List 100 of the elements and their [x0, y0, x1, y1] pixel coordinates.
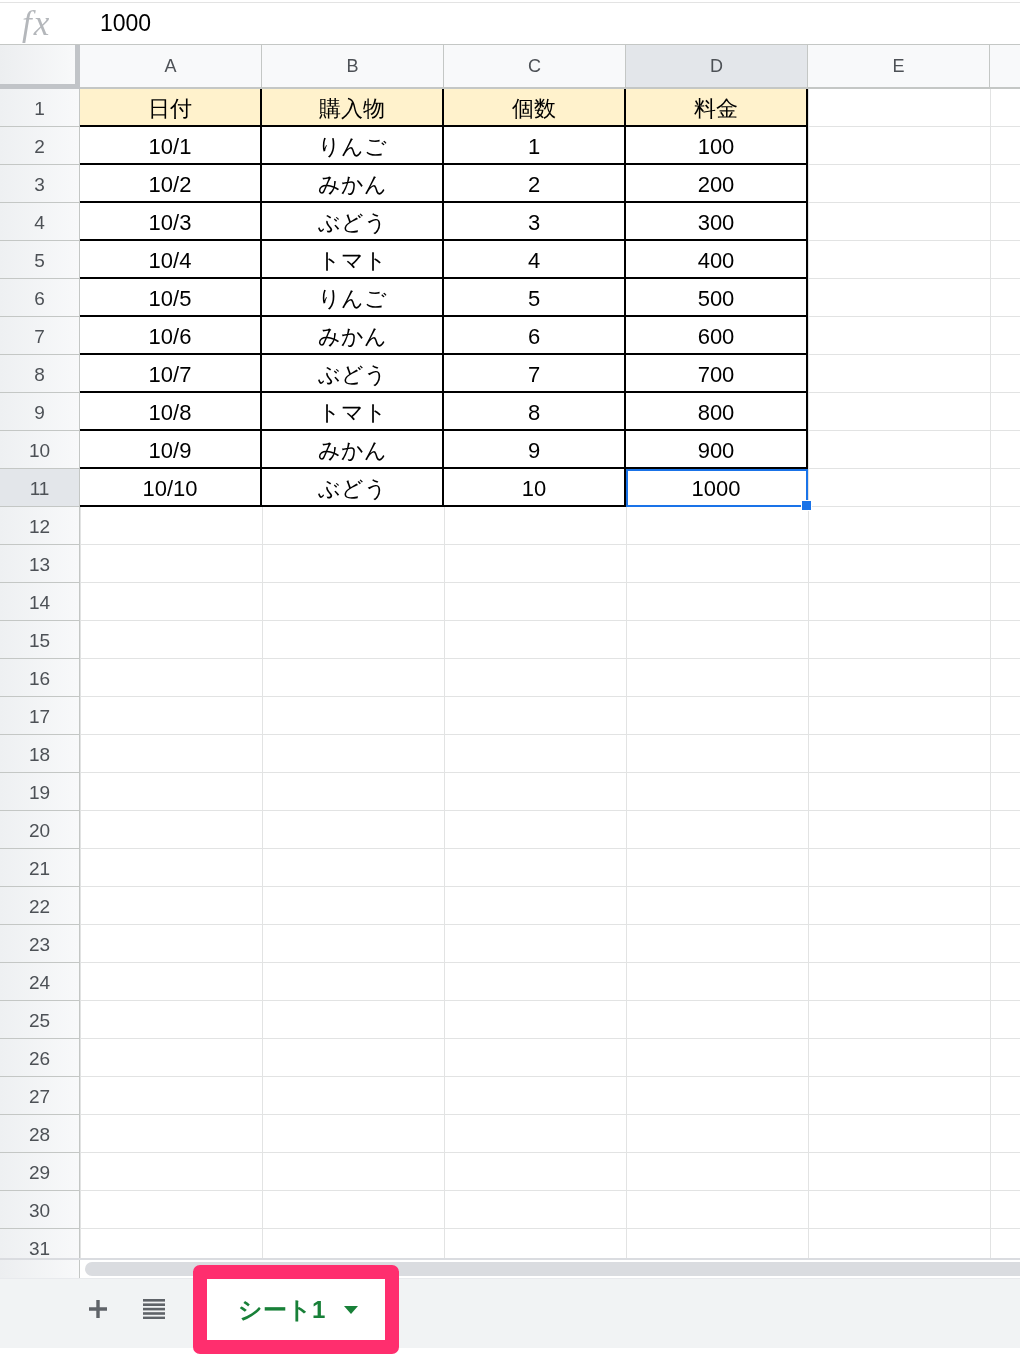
- spreadsheet-cell[interactable]: [808, 1153, 990, 1191]
- spreadsheet-cell[interactable]: [808, 431, 990, 469]
- spreadsheet-cell[interactable]: [262, 697, 444, 735]
- spreadsheet-cell[interactable]: [262, 735, 444, 773]
- spreadsheet-cell[interactable]: [444, 735, 626, 773]
- spreadsheet-cell[interactable]: 10/10: [80, 469, 262, 507]
- spreadsheet-cell[interactable]: [990, 241, 1020, 279]
- row-header[interactable]: 5: [0, 241, 80, 279]
- spreadsheet-cell[interactable]: [262, 1001, 444, 1039]
- plus-icon[interactable]: [88, 1299, 108, 1319]
- spreadsheet-cell[interactable]: みかん: [262, 317, 444, 355]
- spreadsheet-cell[interactable]: 5: [444, 279, 626, 317]
- column-header[interactable]: E: [808, 45, 990, 89]
- spreadsheet-cell[interactable]: みかん: [262, 431, 444, 469]
- spreadsheet-cell[interactable]: [626, 1077, 808, 1115]
- spreadsheet-cell[interactable]: [990, 849, 1020, 887]
- spreadsheet-cell[interactable]: [262, 887, 444, 925]
- spreadsheet-cell[interactable]: [262, 1115, 444, 1153]
- spreadsheet-cell[interactable]: [626, 1115, 808, 1153]
- spreadsheet-cell[interactable]: [80, 507, 262, 545]
- spreadsheet-cell[interactable]: [990, 393, 1020, 431]
- spreadsheet-cell[interactable]: 600: [626, 317, 808, 355]
- row-header[interactable]: 7: [0, 317, 80, 355]
- spreadsheet-cell[interactable]: [626, 849, 808, 887]
- row-header[interactable]: 30: [0, 1191, 80, 1229]
- spreadsheet-cell[interactable]: 9: [444, 431, 626, 469]
- spreadsheet-cell[interactable]: [80, 697, 262, 735]
- row-header[interactable]: 27: [0, 1077, 80, 1115]
- spreadsheet-cell[interactable]: [80, 963, 262, 1001]
- row-header[interactable]: 19: [0, 773, 80, 811]
- spreadsheet-cell[interactable]: [808, 735, 990, 773]
- spreadsheet-cell[interactable]: 10/9: [80, 431, 262, 469]
- spreadsheet-cell[interactable]: [80, 1039, 262, 1077]
- spreadsheet-cell[interactable]: [626, 621, 808, 659]
- spreadsheet-cell[interactable]: 2: [444, 165, 626, 203]
- spreadsheet-cell[interactable]: [262, 925, 444, 963]
- spreadsheet-cell[interactable]: [808, 583, 990, 621]
- spreadsheet-cell[interactable]: 10/2: [80, 165, 262, 203]
- spreadsheet-cell[interactable]: りんご: [262, 127, 444, 165]
- row-header[interactable]: 2: [0, 127, 80, 165]
- column-header[interactable]: A: [80, 45, 262, 89]
- spreadsheet-cell[interactable]: [444, 773, 626, 811]
- spreadsheet-cell[interactable]: [990, 317, 1020, 355]
- spreadsheet-cell[interactable]: [990, 545, 1020, 583]
- row-header[interactable]: 1: [0, 89, 80, 127]
- spreadsheet-cell[interactable]: [262, 1077, 444, 1115]
- spreadsheet-cell[interactable]: 6: [444, 317, 626, 355]
- spreadsheet-cell[interactable]: [262, 773, 444, 811]
- spreadsheet-cell[interactable]: [626, 697, 808, 735]
- spreadsheet-cell[interactable]: 200: [626, 165, 808, 203]
- spreadsheet-cell[interactable]: [626, 1001, 808, 1039]
- row-header[interactable]: 20: [0, 811, 80, 849]
- spreadsheet-cell[interactable]: [990, 279, 1020, 317]
- spreadsheet-cell[interactable]: [262, 1191, 444, 1229]
- row-header[interactable]: 11: [0, 469, 80, 507]
- spreadsheet-cell[interactable]: [80, 621, 262, 659]
- spreadsheet-cell[interactable]: [262, 545, 444, 583]
- spreadsheet-cell[interactable]: 900: [626, 431, 808, 469]
- spreadsheet-cell[interactable]: [626, 735, 808, 773]
- spreadsheet-cell[interactable]: [444, 1115, 626, 1153]
- spreadsheet-cell[interactable]: [808, 1039, 990, 1077]
- spreadsheet-cell[interactable]: [808, 925, 990, 963]
- spreadsheet-cell[interactable]: 3: [444, 203, 626, 241]
- spreadsheet-cell[interactable]: [808, 697, 990, 735]
- spreadsheet-cell[interactable]: [990, 697, 1020, 735]
- spreadsheet-cell[interactable]: [990, 963, 1020, 1001]
- spreadsheet-cell[interactable]: 700: [626, 355, 808, 393]
- spreadsheet-cell[interactable]: [808, 963, 990, 1001]
- row-header[interactable]: 12: [0, 507, 80, 545]
- spreadsheet-cell[interactable]: [808, 127, 990, 165]
- spreadsheet-cell[interactable]: [80, 583, 262, 621]
- spreadsheet-cell[interactable]: [808, 545, 990, 583]
- spreadsheet-cell[interactable]: トマト: [262, 393, 444, 431]
- spreadsheet-cell[interactable]: 10/7: [80, 355, 262, 393]
- spreadsheet-cell[interactable]: [80, 887, 262, 925]
- spreadsheet-cell[interactable]: [990, 1153, 1020, 1191]
- spreadsheet-cell[interactable]: 500: [626, 279, 808, 317]
- spreadsheet-cell[interactable]: [444, 887, 626, 925]
- row-header[interactable]: 8: [0, 355, 80, 393]
- spreadsheet-cell[interactable]: [444, 811, 626, 849]
- spreadsheet-cell[interactable]: 日付: [80, 89, 262, 127]
- row-header[interactable]: 18: [0, 735, 80, 773]
- sheet-tab[interactable]: シート1: [207, 1279, 386, 1340]
- spreadsheet-cell[interactable]: [990, 1001, 1020, 1039]
- row-header[interactable]: 24: [0, 963, 80, 1001]
- spreadsheet-cell[interactable]: [808, 89, 990, 127]
- fill-handle[interactable]: [801, 500, 812, 511]
- row-header[interactable]: 29: [0, 1153, 80, 1191]
- spreadsheet-cell[interactable]: [626, 545, 808, 583]
- row-header[interactable]: 21: [0, 849, 80, 887]
- spreadsheet-cell[interactable]: 10/5: [80, 279, 262, 317]
- spreadsheet-cell[interactable]: [444, 621, 626, 659]
- spreadsheet-cell[interactable]: [990, 431, 1020, 469]
- spreadsheet-cell[interactable]: [444, 1191, 626, 1229]
- spreadsheet-cell[interactable]: [262, 849, 444, 887]
- row-header[interactable]: 17: [0, 697, 80, 735]
- spreadsheet-cell[interactable]: [626, 887, 808, 925]
- spreadsheet-cell[interactable]: 4: [444, 241, 626, 279]
- row-header[interactable]: 28: [0, 1115, 80, 1153]
- row-header[interactable]: 9: [0, 393, 80, 431]
